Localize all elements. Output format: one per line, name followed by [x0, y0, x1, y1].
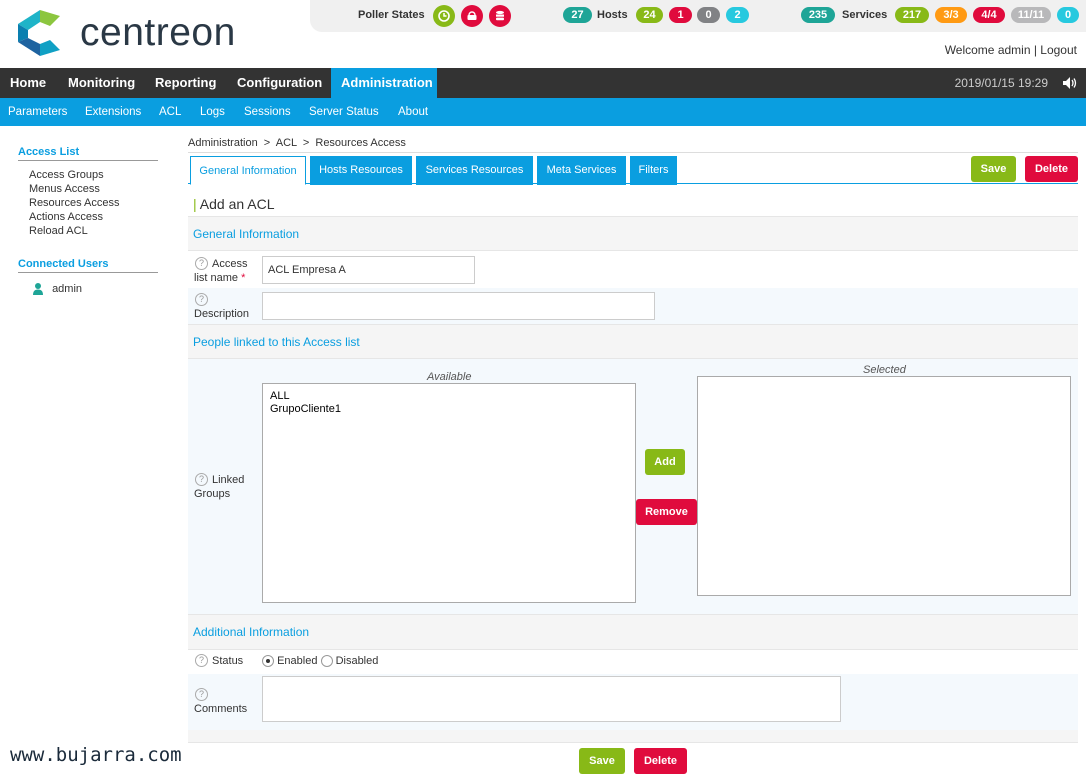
row-linked-groups: ? Linked Groups Available ALL GrupoClien…: [188, 359, 1078, 614]
subnav-extensions[interactable]: Extensions: [85, 98, 141, 126]
page-title-text: Add an ACL: [199, 196, 275, 212]
row-description: ? Description: [188, 288, 1078, 324]
main-nav: Home Monitoring Reporting Configuration …: [0, 68, 1086, 98]
clock-datetime: 2019/01/15 19:29: [954, 76, 1048, 90]
welcome-logout-link[interactable]: Welcome admin | Logout: [945, 43, 1077, 57]
row-status: ? Status Enabled Disabled: [188, 650, 1078, 674]
connected-user-row[interactable]: admin: [33, 282, 158, 296]
hosts-unreachable-badge[interactable]: 0: [697, 7, 720, 23]
status-disabled-label[interactable]: Disabled: [336, 655, 379, 667]
help-icon[interactable]: ?: [195, 688, 208, 701]
services-critical-badge[interactable]: 4/4: [973, 7, 1005, 23]
row-comments: ? Comments: [188, 674, 1078, 730]
comments-label: Comments: [194, 703, 248, 715]
hosts-up-badge[interactable]: 24: [636, 7, 663, 23]
row-access-list-name: ? Access list name * ACL Empresa A: [188, 251, 1078, 288]
help-icon[interactable]: ?: [195, 654, 208, 667]
status-enabled-label[interactable]: Enabled: [277, 655, 317, 667]
tab-general-information[interactable]: General Information: [190, 156, 306, 185]
subnav-server-status[interactable]: Server Status: [309, 98, 379, 126]
access-list-name-input[interactable]: ACL Empresa A: [262, 256, 475, 284]
tab-meta-services[interactable]: Meta Services: [537, 156, 626, 185]
list-item[interactable]: GrupoCliente1: [270, 403, 628, 416]
hosts-label: Hosts: [597, 9, 628, 21]
centreon-logo-icon: [18, 10, 60, 56]
services-pending-badge[interactable]: 0: [1057, 7, 1079, 23]
sidebar-item-reload-acl[interactable]: Reload ACL: [29, 224, 158, 238]
status-disabled-radio[interactable]: [320, 655, 333, 668]
subnav-parameters[interactable]: Parameters: [8, 98, 67, 126]
connected-user-name: admin: [52, 283, 83, 295]
services-total-badge[interactable]: 235: [801, 7, 835, 23]
selected-groups-list[interactable]: [697, 376, 1071, 596]
user-icon: [33, 283, 43, 296]
description-label: Description: [194, 308, 250, 320]
centreon-logo[interactable]: centreon: [16, 10, 236, 56]
page-title: | Add an ACL: [193, 196, 275, 212]
section-general-information: General Information: [188, 216, 1078, 251]
section-additional-information: Additional Information: [188, 614, 1078, 650]
sidebar-connected-users-title: Connected Users: [18, 258, 158, 273]
watermark-text: www.bujarra.com: [10, 744, 182, 766]
services-unknown-badge[interactable]: 11/11: [1011, 7, 1051, 23]
subnav-logs[interactable]: Logs: [200, 98, 225, 126]
tab-services-resources[interactable]: Services Resources: [416, 156, 533, 185]
status-bar: Poller States 27 Hosts 24 1 0 2 235 Serv…: [310, 0, 1086, 32]
add-button[interactable]: Add: [645, 449, 685, 475]
nav-monitoring[interactable]: Monitoring: [58, 68, 145, 98]
nav-administration[interactable]: Administration: [331, 68, 437, 98]
linked-groups-label: Linked Groups: [194, 474, 245, 500]
sidebar-item-access-groups[interactable]: Access Groups: [29, 168, 158, 182]
nav-configuration[interactable]: Configuration: [227, 68, 332, 98]
remove-button[interactable]: Remove: [636, 499, 697, 525]
nav-reporting[interactable]: Reporting: [145, 68, 226, 98]
poller-states-label: Poller States: [358, 9, 425, 21]
delete-button-top[interactable]: Delete: [1025, 156, 1078, 182]
available-groups-list[interactable]: ALL GrupoCliente1: [262, 383, 636, 603]
help-icon[interactable]: ?: [195, 293, 208, 306]
sidebar-item-menus-access[interactable]: Menus Access: [29, 182, 158, 196]
save-button-top[interactable]: Save: [971, 156, 1016, 182]
hosts-pending-badge[interactable]: 2: [726, 7, 749, 23]
section-people-linked: People linked to this Access list: [188, 324, 1078, 359]
breadcrumb: Administration > ACL > Resources Access: [188, 137, 406, 149]
form-footer-spacer: [188, 730, 1078, 743]
access-list-name-label: Access list name *: [194, 258, 248, 284]
sub-nav: Parameters Extensions ACL Logs Sessions …: [0, 98, 1086, 126]
services-ok-badge[interactable]: 217: [895, 7, 929, 23]
hosts-down-badge[interactable]: 1: [669, 7, 692, 23]
subnav-acl[interactable]: ACL: [159, 98, 181, 126]
subnav-sessions[interactable]: Sessions: [244, 98, 291, 126]
poller-latency-icon[interactable]: [461, 5, 483, 27]
services-label: Services: [842, 9, 888, 21]
nav-home[interactable]: Home: [0, 68, 56, 98]
subnav-about[interactable]: About: [398, 98, 428, 126]
poller-database-icon[interactable]: [489, 5, 511, 27]
tab-bar: General Information Hosts Resources Serv…: [188, 152, 1078, 185]
delete-button-bottom[interactable]: Delete: [634, 748, 687, 774]
status-radio-group: Enabled Disabled: [262, 655, 379, 668]
available-caption: Available: [427, 371, 472, 383]
sidebar-item-actions-access[interactable]: Actions Access: [29, 210, 158, 224]
services-warning-badge[interactable]: 3/3: [935, 7, 967, 23]
title-bar-marker: |: [193, 196, 197, 212]
description-input[interactable]: [262, 292, 655, 320]
list-item[interactable]: ALL: [270, 390, 628, 403]
comments-textarea[interactable]: [262, 676, 841, 722]
header: centreon Poller States 27 Hosts 24 1 0 2…: [0, 0, 1086, 68]
brand-name: centreon: [80, 11, 236, 54]
sidebar-item-resources-access[interactable]: Resources Access: [29, 196, 158, 210]
poller-clock-icon[interactable]: [433, 5, 455, 27]
save-button-bottom[interactable]: Save: [579, 748, 625, 774]
tab-hosts-resources[interactable]: Hosts Resources: [310, 156, 412, 185]
status-label: Status: [212, 655, 244, 667]
speaker-icon[interactable]: [1063, 77, 1077, 89]
tab-filters[interactable]: Filters: [630, 156, 677, 185]
selected-caption: Selected: [863, 364, 906, 376]
sidebar-access-list-title: Access List: [18, 146, 158, 161]
sidebar: Access List Access Groups Menus Access R…: [18, 146, 158, 296]
hosts-total-badge[interactable]: 27: [563, 7, 592, 23]
status-enabled-radio[interactable]: [262, 655, 274, 668]
